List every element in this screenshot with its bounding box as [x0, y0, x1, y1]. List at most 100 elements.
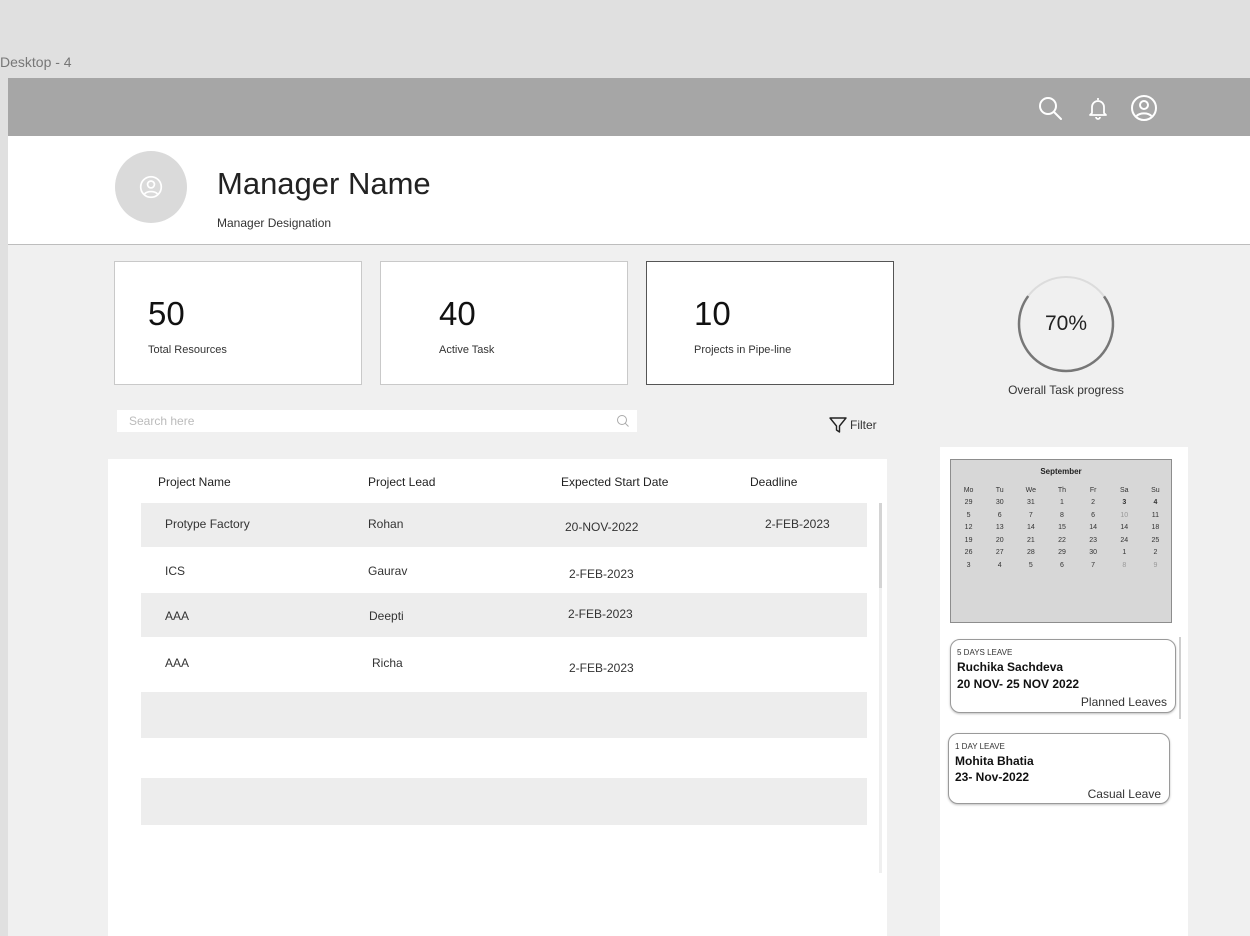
calendar-day[interactable]: 31: [1015, 499, 1046, 512]
cell-start-date: 2-FEB-2023: [568, 607, 633, 621]
calendar-day[interactable]: 6: [1078, 512, 1109, 525]
search-box: [117, 410, 637, 432]
calendar-day[interactable]: 6: [1046, 562, 1077, 575]
filter-button[interactable]: Filter: [828, 414, 877, 436]
table-row[interactable]: Protype Factory Rohan 20-NOV-2022 2-FEB-…: [141, 503, 867, 547]
search-icon[interactable]: [1032, 90, 1068, 126]
leave-dates: 23- Nov-2022: [955, 770, 1030, 784]
stat-value: 40: [439, 295, 476, 332]
calendar-day[interactable]: 10: [1109, 512, 1140, 525]
calendar-day[interactable]: 5: [1015, 562, 1046, 575]
column-header-start-date[interactable]: Expected Start Date: [561, 475, 668, 489]
bell-icon[interactable]: [1080, 90, 1116, 126]
cell-project-lead: Rohan: [368, 517, 404, 531]
calendar-day[interactable]: 7: [1015, 512, 1046, 525]
calendar-day[interactable]: 13: [984, 524, 1015, 537]
calendar-day[interactable]: 21: [1015, 537, 1046, 550]
calendar-day[interactable]: 3: [1109, 499, 1140, 512]
user-icon[interactable]: [1126, 90, 1162, 126]
table-row[interactable]: AAA Richa 2-FEB-2023: [141, 639, 867, 683]
weekday-label: Tu: [995, 487, 1004, 494]
weekday-label: Sa: [1119, 487, 1129, 494]
cell-start-date: 2-FEB-2023: [569, 567, 634, 581]
calendar-day[interactable]: 26: [953, 549, 984, 562]
calendar-day[interactable]: 2: [1078, 499, 1109, 512]
calendar-day[interactable]: 15: [1046, 524, 1077, 537]
cell-start-date: 2-FEB-2023: [569, 661, 634, 675]
progress-label: Overall Task progress: [1008, 383, 1124, 397]
stat-card-active-task[interactable]: 40 Active Task: [380, 261, 628, 385]
profile-header: Manager Name Manager Designation: [8, 136, 1250, 245]
calendar-day[interactable]: 2: [1140, 549, 1171, 562]
calendar-day[interactable]: 9: [1140, 562, 1171, 575]
calendar-day[interactable]: 22: [1046, 537, 1077, 550]
cell-project-lead: Deepti: [369, 609, 404, 623]
stat-card-total-resources[interactable]: 50 Total Resources: [114, 261, 362, 385]
calendar-day[interactable]: 12: [953, 524, 984, 537]
column-header-project-lead[interactable]: Project Lead: [368, 475, 435, 489]
calendar: September Mo Tu We Th Fr Sa Su 29 30 31 1 2 3…: [950, 459, 1172, 623]
search-input[interactable]: [117, 410, 607, 432]
calendar-day[interactable]: 25: [1140, 537, 1171, 550]
table-row[interactable]: ICS Gaurav 2-FEB-2023: [141, 547, 867, 591]
leave-employee-name: Mohita Bhatia: [955, 754, 1034, 768]
calendar-day[interactable]: 14: [1109, 524, 1140, 537]
stat-card-projects-pipeline[interactable]: 10 Projects in Pipe-line: [646, 261, 894, 385]
stat-value: 10: [694, 295, 731, 332]
cell-project-lead: Richa: [372, 656, 403, 670]
stat-label: Active Task: [439, 344, 495, 356]
calendar-day[interactable]: 28: [1015, 549, 1046, 562]
leave-card[interactable]: 1 DAY LEAVE Mohita Bhatia 23- Nov-2022 C…: [948, 733, 1170, 804]
table-row-empty: [141, 692, 867, 738]
manager-designation: Manager Designation: [217, 216, 332, 230]
calendar-day[interactable]: 8: [1109, 562, 1140, 575]
cell-start-date: 20-NOV-2022: [565, 520, 639, 534]
calendar-day[interactable]: 20: [984, 537, 1015, 550]
calendar-day[interactable]: 18: [1140, 524, 1171, 537]
column-header-project-name[interactable]: Project Name: [158, 475, 231, 489]
stat-value: 50: [148, 295, 185, 332]
calendar-day[interactable]: 29: [1046, 549, 1077, 562]
leave-type: Planned Leaves: [1080, 695, 1167, 709]
leave-duration: 1 DAY LEAVE: [955, 742, 1005, 751]
calendar-day[interactable]: 6: [984, 512, 1015, 525]
cell-project-lead: Gaurav: [368, 564, 408, 578]
calendar-day[interactable]: 19: [953, 537, 984, 550]
cell-deadline: 2-FEB-2023: [765, 517, 830, 531]
avatar: [115, 151, 187, 223]
side-panel: September Mo Tu We Th Fr Sa Su 29 30 31 1 2 3…: [940, 447, 1188, 936]
weekday-label: Fr: [1089, 487, 1097, 494]
calendar-day[interactable]: 11: [1140, 512, 1171, 525]
leave-card[interactable]: 5 DAYS LEAVE Ruchika Sachdeva 20 NOV- 25…: [950, 639, 1176, 713]
calendar-day[interactable]: 27: [984, 549, 1015, 562]
leave-employee-name: Ruchika Sachdeva: [957, 660, 1064, 674]
calendar-day[interactable]: 1: [1046, 499, 1077, 512]
calendar-day[interactable]: 3: [953, 562, 984, 575]
calendar-day[interactable]: 14: [1078, 524, 1109, 537]
calendar-day[interactable]: 4: [1140, 499, 1171, 512]
calendar-day[interactable]: 23: [1078, 537, 1109, 550]
table-scrollbar[interactable]: [879, 503, 882, 873]
top-bar: [8, 78, 1250, 136]
calendar-day[interactable]: 1: [1109, 549, 1140, 562]
calendar-day[interactable]: 14: [1015, 524, 1046, 537]
search-field-icon[interactable]: [615, 413, 631, 429]
table-row[interactable]: AAA Deepti 2-FEB-2023: [141, 593, 867, 637]
calendar-day[interactable]: 30: [1078, 549, 1109, 562]
calendar-day[interactable]: 8: [1046, 512, 1077, 525]
stat-label: Total Resources: [148, 344, 227, 356]
calendar-day[interactable]: 5: [953, 512, 984, 525]
calendar-days: 29 30 31 1 2 3 4 5 6 7 8 6 10 11 12 13 14 15 14 14 18 19 20 21 2…: [953, 499, 1171, 574]
leave-list-scrollbar[interactable]: [1179, 637, 1181, 719]
table-row-empty: [141, 778, 867, 825]
calendar-weekdays: Mo Tu We Th Fr Sa Su: [953, 487, 1171, 497]
weekday-label: Mo: [963, 487, 974, 494]
calendar-day[interactable]: 24: [1109, 537, 1140, 550]
calendar-day[interactable]: 29: [953, 499, 984, 512]
column-header-deadline[interactable]: Deadline: [750, 475, 797, 489]
cell-project-name: AAA: [165, 656, 190, 670]
calendar-day[interactable]: 7: [1078, 562, 1109, 575]
scrollbar-thumb[interactable]: [879, 503, 882, 588]
calendar-day[interactable]: 30: [984, 499, 1015, 512]
calendar-day[interactable]: 4: [984, 562, 1015, 575]
